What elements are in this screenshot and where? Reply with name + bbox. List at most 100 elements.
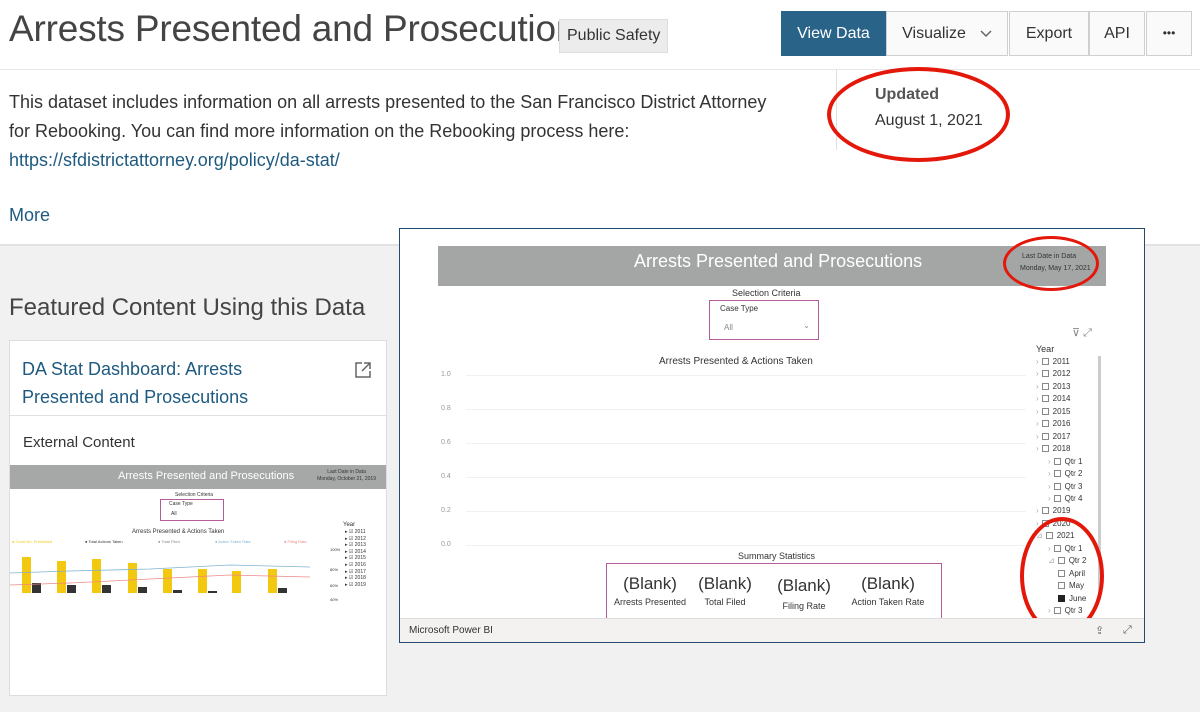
highlight-circle [827,67,1010,162]
expand-icon[interactable]: › [1048,482,1051,491]
more-options-button[interactable]: ••• [1146,11,1192,56]
expand-icon[interactable]: › [1036,432,1039,441]
more-link[interactable]: More [9,205,50,226]
thumb-bar [22,557,31,593]
thumb-year-item: ▸ ☑ 2018 [345,575,366,582]
expand-icon[interactable]: › [1048,494,1051,503]
api-button[interactable]: API [1089,11,1145,56]
gridline [466,409,1026,410]
thumb-header: Arrests Presented and Prosecutions Last … [10,465,386,489]
case-type-value: All [724,323,733,332]
thumb-axis-40: 40% [330,597,339,602]
year-slicer-item-label: Qtr 3 [1064,481,1083,491]
thumb-year-item: ▸ ☑ 2015 [345,555,366,562]
case-type-slicer[interactable]: Case Type All ⌄ [709,300,819,340]
visualize-button[interactable]: Visualize [886,11,1008,56]
summary-value: (Blank) [861,574,915,593]
year-slicer-item[interactable]: › 2012 [1036,369,1070,378]
checkbox[interactable] [1041,432,1049,440]
checkbox[interactable] [1053,494,1061,502]
checkbox[interactable] [1041,382,1049,390]
year-slicer-item[interactable]: › 2018 [1036,444,1070,453]
expand-icon[interactable]: › [1048,457,1051,466]
year-slicer-item[interactable]: › 2013 [1036,382,1070,391]
checkbox[interactable] [1041,358,1049,365]
expand-icon[interactable]: › [1036,407,1039,416]
checkbox[interactable] [1041,370,1049,378]
chevron-down-icon [980,12,992,55]
export-button[interactable]: Export [1009,11,1089,56]
description-link[interactable]: https://sfdistrictattorney.org/policy/da… [9,150,340,170]
thumb-bar [57,561,66,593]
y-tick-label: 0.0 [441,541,451,548]
thumb-bar [173,590,182,593]
category-badge[interactable]: Public Safety [559,19,669,53]
card-thumbnail[interactable]: Arrests Presented and Prosecutions Last … [10,465,386,605]
y-tick-label: 0.8 [441,405,451,412]
checkbox[interactable] [1041,407,1049,415]
year-slicer-item[interactable]: › Qtr 4 [1048,494,1082,503]
checkbox[interactable] [1053,470,1061,478]
year-slicer-item[interactable]: › Qtr 2 [1048,469,1082,478]
featured-card[interactable]: DA Stat Dashboard: Arrests Presented and… [9,340,387,696]
checkbox[interactable] [1041,395,1049,403]
thumb-case-type: Case Type [169,501,193,507]
gridline [466,443,1026,444]
thumb-date-label: Last Date in Data [327,469,366,475]
thumb-bar [278,588,287,593]
card-title[interactable]: DA Stat Dashboard: Arrests Presented and… [22,355,322,411]
expand-icon[interactable]: › [1036,394,1039,403]
expand-icon[interactable]: › [1036,369,1039,378]
expand-icon[interactable]: › [1048,469,1051,478]
year-slicer-item-label: 2019 [1052,506,1071,516]
thumb-bar [268,569,277,593]
chart-title: Arrests Presented & Actions Taken [659,356,813,367]
thumb-year-item: ▸ ☑ 2017 [345,568,366,575]
thumb-line [10,564,310,574]
thumb-bar [232,571,241,593]
year-slicer-item[interactable]: › Qtr 1 [1048,457,1082,466]
year-slicer-item[interactable]: › 2014 [1036,394,1070,403]
summary-title: Summary Statistics [738,551,816,561]
view-data-button[interactable]: View Data [781,11,886,56]
expand-icon[interactable]: › [1036,444,1039,453]
expand-icon[interactable]: › [1036,357,1039,366]
checkbox[interactable] [1041,420,1049,428]
checkbox[interactable] [1053,482,1061,490]
expand-icon[interactable]: › [1036,506,1039,515]
year-slicer-item[interactable]: › 2016 [1036,419,1070,428]
checkbox[interactable] [1041,507,1049,515]
expand-icon[interactable]: › [1036,382,1039,391]
share-icon[interactable]: ⇪ [1095,624,1104,637]
year-slicer-item[interactable]: › 2019 [1036,506,1070,515]
checkbox[interactable] [1041,445,1049,453]
dataset-description: This dataset includes information on all… [9,88,769,175]
thumb-bar [67,585,76,593]
thumb-bar [198,569,207,593]
thumb-year-item: ▸ ☑ 2016 [345,562,366,568]
year-slicer-label: Year [1036,344,1055,354]
chevron-down-icon: ⌄ [803,321,810,330]
gridline [466,545,1026,546]
year-slicer-item-label: 2017 [1052,431,1071,441]
thumb-legend-item: ● Action Taken Rate [215,539,251,544]
year-slicer-item[interactable]: › 2017 [1036,432,1070,441]
checkbox[interactable] [1053,457,1061,465]
thumb-bar [128,563,137,593]
fullscreen-icon[interactable]: ⤢ [1123,624,1132,637]
y-tick-label: 0.6 [441,439,451,446]
year-slicer-item-label: 2015 [1052,406,1071,416]
thumb-date-value: Monday, October 21, 2019 [317,476,376,482]
filter-icon[interactable]: ⊽ ⤢ [1072,326,1092,340]
year-slicer-item[interactable]: › 2015 [1036,407,1070,416]
thumb-selection-label: Selection Criteria [175,492,214,498]
external-link-icon[interactable] [354,361,372,384]
thumb-chart-title: Arrests Presented & Actions Taken [132,529,225,535]
expand-icon[interactable]: › [1036,419,1039,428]
powerbi-brand[interactable]: Microsoft Power BI [409,625,493,636]
powerbi-embed[interactable]: Arrests Presented and Prosecutions Last … [399,228,1145,643]
gridline [466,375,1026,376]
year-slicer-item[interactable]: › 2011 [1036,357,1070,366]
thumb-legend: ● Court No. Presented ● Total Actions Tak… [12,539,312,547]
year-slicer-item[interactable]: › Qtr 3 [1048,482,1082,491]
